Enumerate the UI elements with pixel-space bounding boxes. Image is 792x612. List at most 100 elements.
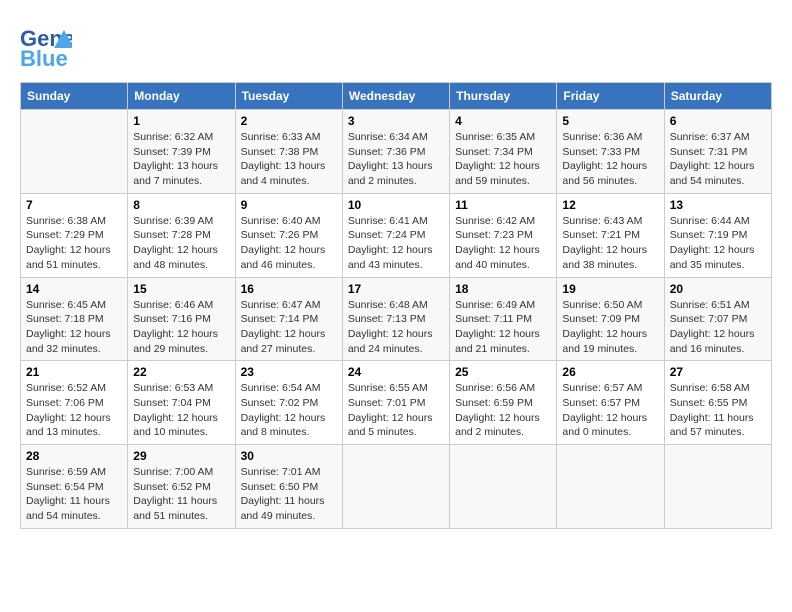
calendar-week-row: 14 Sunrise: 6:45 AM Sunset: 7:18 PM Dayli… xyxy=(21,277,772,361)
calendar-cell: 26 Sunrise: 6:57 AM Sunset: 6:57 PM Dayli… xyxy=(557,361,664,445)
calendar-cell: 21 Sunrise: 6:52 AM Sunset: 7:06 PM Dayli… xyxy=(21,361,128,445)
day-number: 21 xyxy=(26,365,122,379)
calendar-cell xyxy=(342,445,449,529)
weekday-header: Wednesday xyxy=(342,83,449,110)
day-info: Sunrise: 6:38 AM Sunset: 7:29 PM Dayligh… xyxy=(26,214,122,273)
day-number: 15 xyxy=(133,282,229,296)
calendar-week-row: 21 Sunrise: 6:52 AM Sunset: 7:06 PM Dayli… xyxy=(21,361,772,445)
day-info: Sunrise: 6:40 AM Sunset: 7:26 PM Dayligh… xyxy=(241,214,337,273)
day-info: Sunrise: 6:56 AM Sunset: 6:59 PM Dayligh… xyxy=(455,381,551,440)
day-number: 30 xyxy=(241,449,337,463)
day-number: 4 xyxy=(455,114,551,128)
day-info: Sunrise: 6:42 AM Sunset: 7:23 PM Dayligh… xyxy=(455,214,551,273)
day-info: Sunrise: 7:01 AM Sunset: 6:50 PM Dayligh… xyxy=(241,465,337,524)
day-number: 22 xyxy=(133,365,229,379)
calendar-week-row: 28 Sunrise: 6:59 AM Sunset: 6:54 PM Dayli… xyxy=(21,445,772,529)
calendar-cell xyxy=(557,445,664,529)
calendar-body: 1 Sunrise: 6:32 AM Sunset: 7:39 PM Daylig… xyxy=(21,110,772,529)
calendar-cell: 14 Sunrise: 6:45 AM Sunset: 7:18 PM Dayli… xyxy=(21,277,128,361)
day-info: Sunrise: 6:35 AM Sunset: 7:34 PM Dayligh… xyxy=(455,130,551,189)
day-info: Sunrise: 6:57 AM Sunset: 6:57 PM Dayligh… xyxy=(562,381,658,440)
calendar-cell: 29 Sunrise: 7:00 AM Sunset: 6:52 PM Dayli… xyxy=(128,445,235,529)
day-number: 2 xyxy=(241,114,337,128)
day-info: Sunrise: 6:58 AM Sunset: 6:55 PM Dayligh… xyxy=(670,381,766,440)
day-info: Sunrise: 6:32 AM Sunset: 7:39 PM Dayligh… xyxy=(133,130,229,189)
weekday-header: Thursday xyxy=(450,83,557,110)
day-info: Sunrise: 6:36 AM Sunset: 7:33 PM Dayligh… xyxy=(562,130,658,189)
day-info: Sunrise: 6:55 AM Sunset: 7:01 PM Dayligh… xyxy=(348,381,444,440)
day-info: Sunrise: 6:51 AM Sunset: 7:07 PM Dayligh… xyxy=(670,298,766,357)
day-number: 14 xyxy=(26,282,122,296)
calendar-cell: 4 Sunrise: 6:35 AM Sunset: 7:34 PM Daylig… xyxy=(450,110,557,194)
day-number: 1 xyxy=(133,114,229,128)
day-number: 16 xyxy=(241,282,337,296)
day-number: 24 xyxy=(348,365,444,379)
day-number: 29 xyxy=(133,449,229,463)
weekday-header: Friday xyxy=(557,83,664,110)
calendar-cell: 1 Sunrise: 6:32 AM Sunset: 7:39 PM Daylig… xyxy=(128,110,235,194)
day-number: 27 xyxy=(670,365,766,379)
day-info: Sunrise: 6:43 AM Sunset: 7:21 PM Dayligh… xyxy=(562,214,658,273)
calendar-cell: 17Sunrise: 6:48 AM Sunset: 7:13 PM Dayli… xyxy=(342,277,449,361)
day-number: 11 xyxy=(455,198,551,212)
calendar-cell: 3Sunrise: 6:34 AM Sunset: 7:36 PM Daylig… xyxy=(342,110,449,194)
day-info: Sunrise: 6:33 AM Sunset: 7:38 PM Dayligh… xyxy=(241,130,337,189)
calendar-week-row: 1 Sunrise: 6:32 AM Sunset: 7:39 PM Daylig… xyxy=(21,110,772,194)
calendar-cell: 5 Sunrise: 6:36 AM Sunset: 7:33 PM Daylig… xyxy=(557,110,664,194)
calendar-cell: 12 Sunrise: 6:43 AM Sunset: 7:21 PM Dayli… xyxy=(557,193,664,277)
calendar-table: SundayMondayTuesdayWednesdayThursdayFrid… xyxy=(20,82,772,529)
day-info: Sunrise: 6:49 AM Sunset: 7:11 PM Dayligh… xyxy=(455,298,551,357)
calendar-cell: 9 Sunrise: 6:40 AM Sunset: 7:26 PM Daylig… xyxy=(235,193,342,277)
day-number: 9 xyxy=(241,198,337,212)
day-info: Sunrise: 6:59 AM Sunset: 6:54 PM Dayligh… xyxy=(26,465,122,524)
day-info: Sunrise: 6:45 AM Sunset: 7:18 PM Dayligh… xyxy=(26,298,122,357)
calendar-cell: 7Sunrise: 6:38 AM Sunset: 7:29 PM Daylig… xyxy=(21,193,128,277)
day-info: Sunrise: 6:47 AM Sunset: 7:14 PM Dayligh… xyxy=(241,298,337,357)
calendar-cell: 27 Sunrise: 6:58 AM Sunset: 6:55 PM Dayli… xyxy=(664,361,771,445)
day-number: 8 xyxy=(133,198,229,212)
calendar-header-row: SundayMondayTuesdayWednesdayThursdayFrid… xyxy=(21,83,772,110)
calendar-cell: 28 Sunrise: 6:59 AM Sunset: 6:54 PM Dayli… xyxy=(21,445,128,529)
svg-text:Blue: Blue xyxy=(20,46,68,71)
logo-icon: General Blue xyxy=(20,20,72,72)
day-number: 5 xyxy=(562,114,658,128)
day-info: Sunrise: 6:37 AM Sunset: 7:31 PM Dayligh… xyxy=(670,130,766,189)
calendar-cell: 25Sunrise: 6:56 AM Sunset: 6:59 PM Dayli… xyxy=(450,361,557,445)
day-info: Sunrise: 6:34 AM Sunset: 7:36 PM Dayligh… xyxy=(348,130,444,189)
weekday-header: Monday xyxy=(128,83,235,110)
calendar-cell: 23Sunrise: 6:54 AM Sunset: 7:02 PM Dayli… xyxy=(235,361,342,445)
calendar-cell: 18Sunrise: 6:49 AM Sunset: 7:11 PM Dayli… xyxy=(450,277,557,361)
day-number: 6 xyxy=(670,114,766,128)
day-info: Sunrise: 6:53 AM Sunset: 7:04 PM Dayligh… xyxy=(133,381,229,440)
calendar-cell: 2 Sunrise: 6:33 AM Sunset: 7:38 PM Daylig… xyxy=(235,110,342,194)
calendar-cell: 13 Sunrise: 6:44 AM Sunset: 7:19 PM Dayli… xyxy=(664,193,771,277)
day-number: 28 xyxy=(26,449,122,463)
day-number: 26 xyxy=(562,365,658,379)
day-info: Sunrise: 6:52 AM Sunset: 7:06 PM Dayligh… xyxy=(26,381,122,440)
day-info: Sunrise: 6:46 AM Sunset: 7:16 PM Dayligh… xyxy=(133,298,229,357)
day-info: Sunrise: 7:00 AM Sunset: 6:52 PM Dayligh… xyxy=(133,465,229,524)
weekday-header: Sunday xyxy=(21,83,128,110)
calendar-cell xyxy=(21,110,128,194)
calendar-cell: 16 Sunrise: 6:47 AM Sunset: 7:14 PM Dayli… xyxy=(235,277,342,361)
calendar-cell: 30 Sunrise: 7:01 AM Sunset: 6:50 PM Dayli… xyxy=(235,445,342,529)
day-info: Sunrise: 6:39 AM Sunset: 7:28 PM Dayligh… xyxy=(133,214,229,273)
weekday-header: Saturday xyxy=(664,83,771,110)
day-number: 13 xyxy=(670,198,766,212)
day-info: Sunrise: 6:50 AM Sunset: 7:09 PM Dayligh… xyxy=(562,298,658,357)
day-number: 12 xyxy=(562,198,658,212)
calendar-cell: 19 Sunrise: 6:50 AM Sunset: 7:09 PM Dayli… xyxy=(557,277,664,361)
calendar-cell: 15 Sunrise: 6:46 AM Sunset: 7:16 PM Dayli… xyxy=(128,277,235,361)
calendar-week-row: 7Sunrise: 6:38 AM Sunset: 7:29 PM Daylig… xyxy=(21,193,772,277)
calendar-cell: 10Sunrise: 6:41 AM Sunset: 7:24 PM Dayli… xyxy=(342,193,449,277)
calendar-cell xyxy=(664,445,771,529)
day-number: 17 xyxy=(348,282,444,296)
weekday-header: Tuesday xyxy=(235,83,342,110)
calendar-cell xyxy=(450,445,557,529)
day-info: Sunrise: 6:44 AM Sunset: 7:19 PM Dayligh… xyxy=(670,214,766,273)
day-info: Sunrise: 6:41 AM Sunset: 7:24 PM Dayligh… xyxy=(348,214,444,273)
day-number: 19 xyxy=(562,282,658,296)
calendar-cell: 20Sunrise: 6:51 AM Sunset: 7:07 PM Dayli… xyxy=(664,277,771,361)
logo: General Blue xyxy=(20,20,72,72)
calendar-cell: 22 Sunrise: 6:53 AM Sunset: 7:04 PM Dayli… xyxy=(128,361,235,445)
